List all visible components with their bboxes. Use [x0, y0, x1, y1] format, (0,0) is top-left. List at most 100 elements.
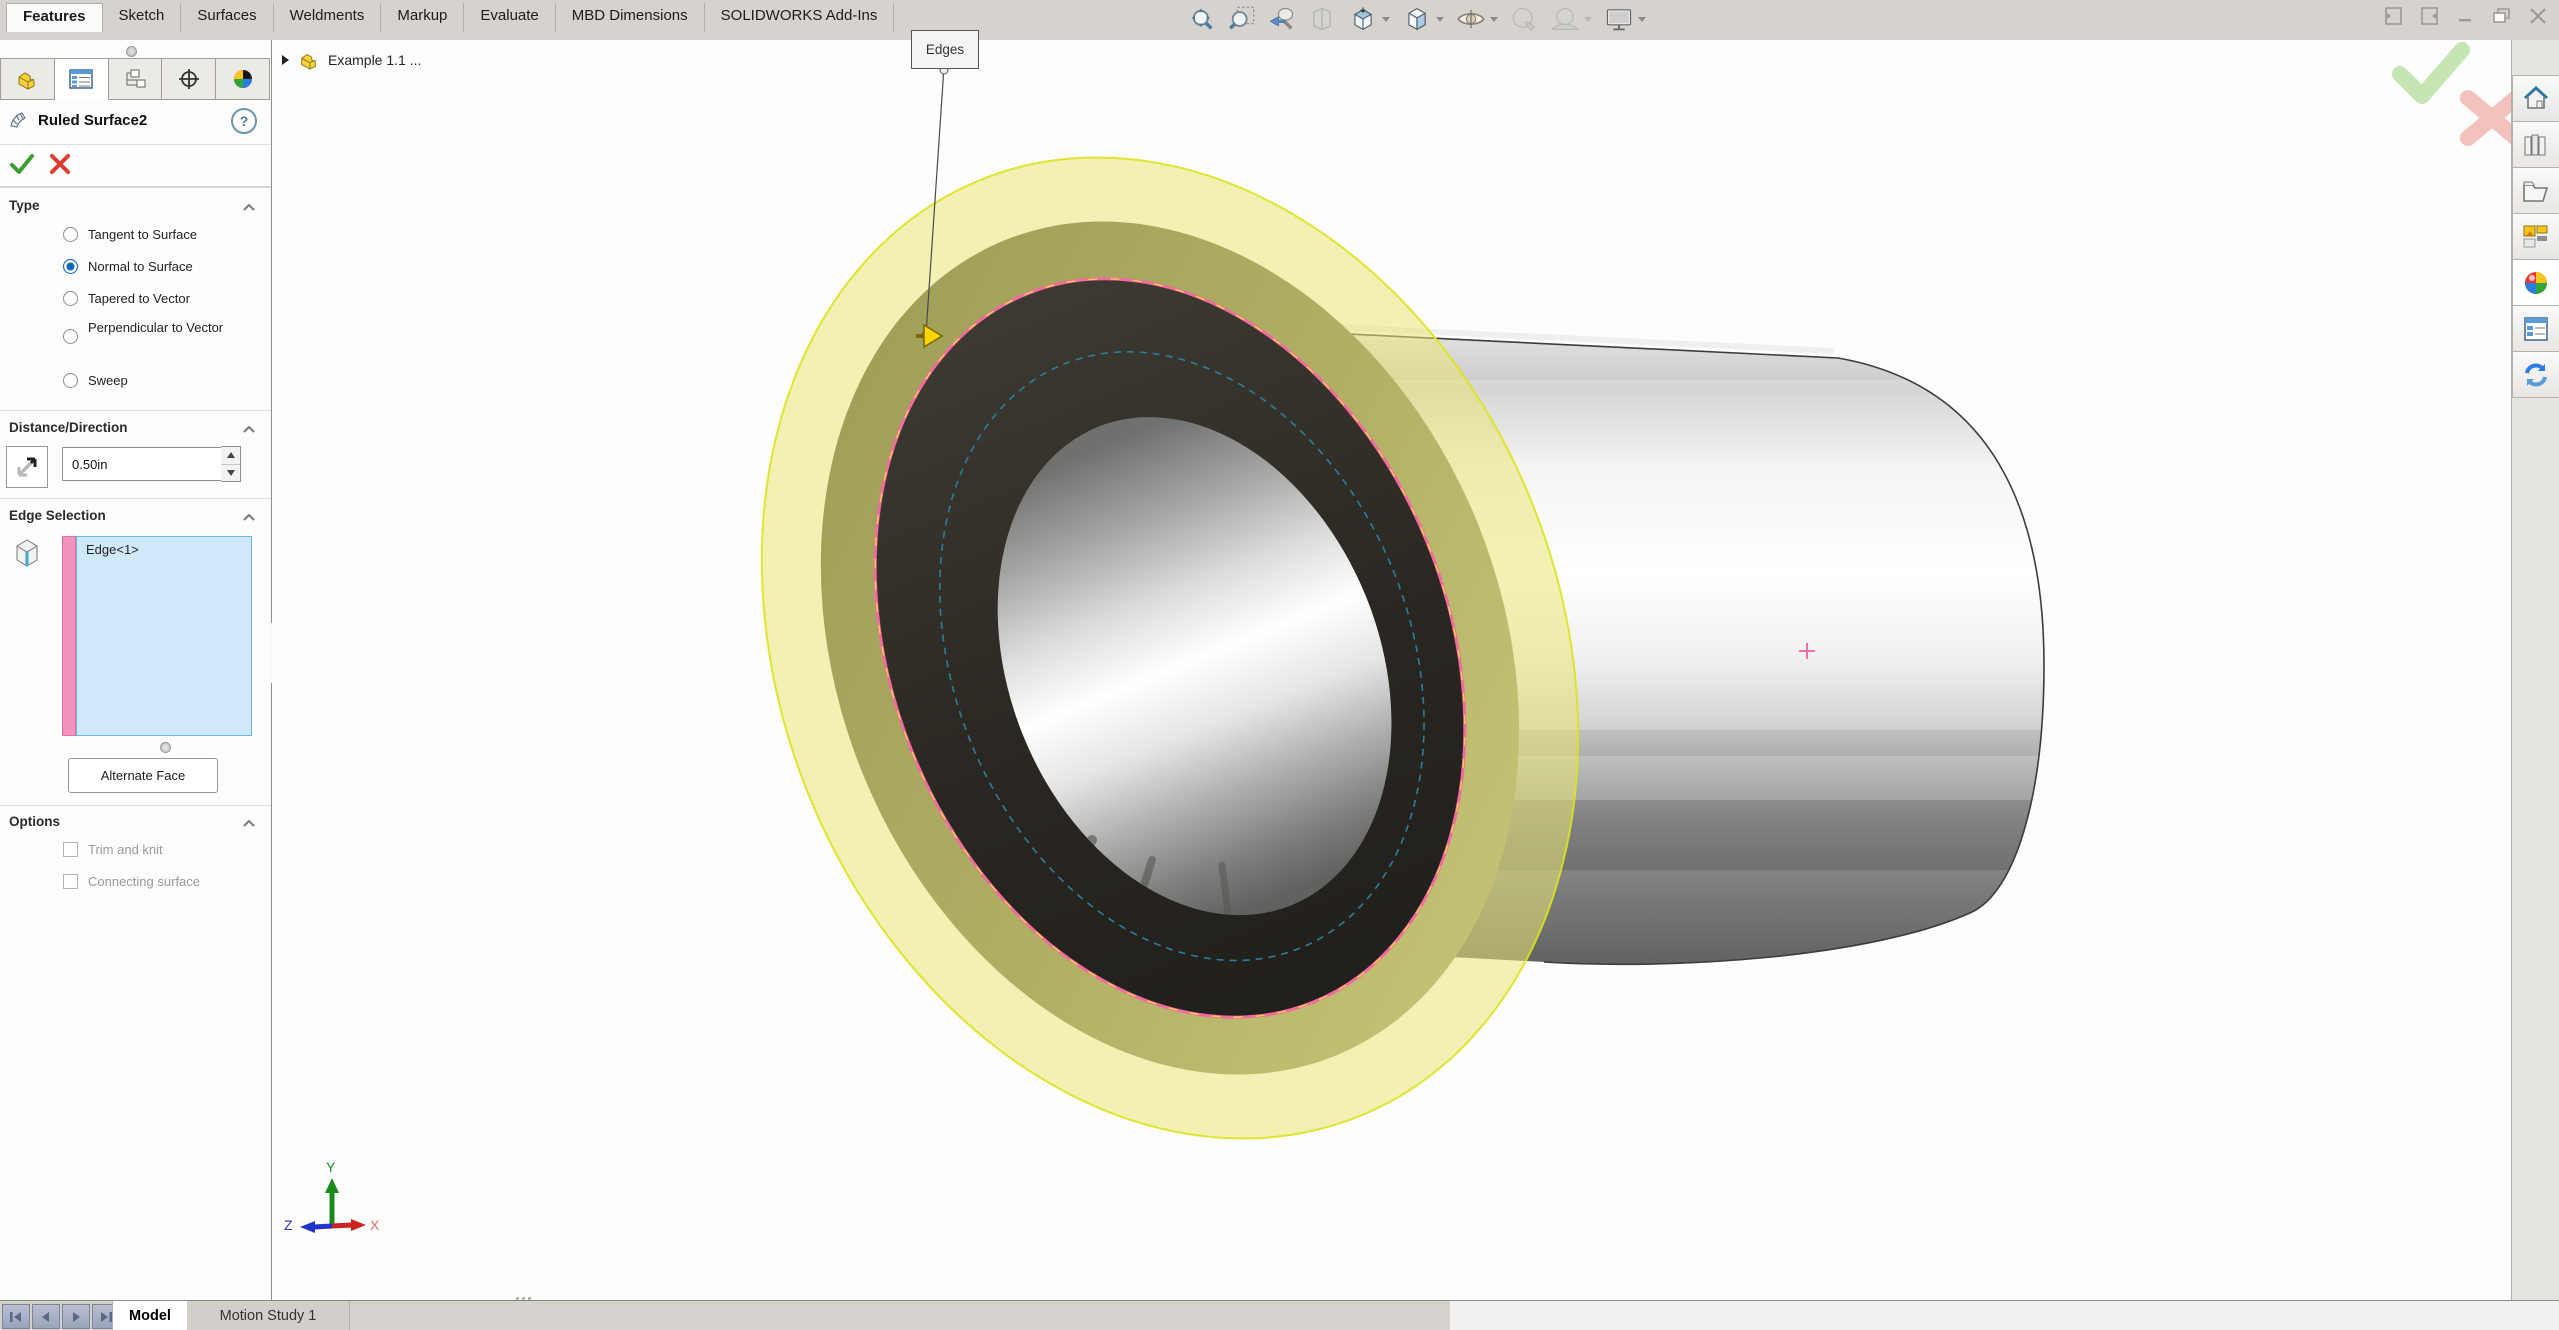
home-icon[interactable] [2512, 75, 2559, 122]
tab-evaluate[interactable]: Evaluate [464, 3, 555, 32]
radio-tangent-to-surface[interactable] [63, 226, 78, 244]
flyout-feature-tree[interactable]: Example 1.1 ... [280, 50, 421, 70]
view-palette-icon[interactable] [2512, 214, 2559, 260]
sync-resources-icon[interactable] [2512, 352, 2559, 398]
selection-color-strip [62, 536, 76, 736]
solidworks-window: Features Sketch Surfaces Weldments Marku… [0, 0, 2559, 1330]
edges-callout: Edges [911, 30, 979, 69]
tab-surfaces[interactable]: Surfaces [181, 3, 273, 32]
tree-expand-icon[interactable] [280, 54, 290, 66]
edge-selection-header: Edge Selection [9, 508, 106, 523]
tab-dimxpert-manager[interactable] [162, 58, 216, 100]
options-collapse-icon[interactable] [243, 819, 255, 827]
scroll-first-icon[interactable] [2, 1304, 30, 1329]
custom-properties-icon[interactable] [2512, 306, 2559, 352]
alternate-face-button[interactable]: Alternate Face [68, 758, 218, 793]
panel-collapse-handle[interactable] [126, 46, 137, 57]
graphics-viewport[interactable]: Y X Z Example 1.1 ... Edges [272, 40, 2511, 1300]
radio-tapered-to-vector[interactable] [63, 290, 78, 308]
spinner-up-icon[interactable] [221, 447, 240, 465]
display-style-icon[interactable] [1399, 3, 1447, 35]
checkbox-label: Trim and knit [88, 842, 163, 857]
tab-feature-manager[interactable] [0, 58, 55, 100]
view-settings-caret[interactable] [1638, 17, 1646, 22]
display-style-caret[interactable] [1436, 17, 1444, 22]
triad-y-label: Y [326, 1159, 336, 1175]
radio-sweep[interactable] [63, 372, 78, 390]
radio-normal-to-surface[interactable] [63, 258, 78, 276]
tab-property-manager[interactable] [55, 58, 109, 100]
connecting-surface-checkbox[interactable] [63, 874, 78, 889]
design-library-icon[interactable] [2512, 122, 2559, 168]
manager-tabs [0, 58, 270, 100]
radio-label[interactable]: Tapered to Vector [88, 291, 190, 306]
part-icon [298, 50, 320, 70]
ruled-surface-icon [8, 110, 34, 141]
tab-motion-study-1[interactable]: Motion Study 1 [187, 1301, 350, 1330]
distance-collapse-icon[interactable] [243, 425, 255, 433]
options-header: Options [9, 814, 60, 829]
bottom-tab-bar: Model Motion Study 1 [0, 1300, 2559, 1330]
window-controls [2381, 4, 2551, 28]
zoom-to-area-icon[interactable] [1225, 3, 1259, 35]
command-manager-bar: Features Sketch Surfaces Weldments Marku… [0, 0, 2559, 41]
type-collapse-icon[interactable] [243, 203, 255, 211]
type-header: Type [9, 198, 40, 213]
tab-model[interactable]: Model [112, 1301, 188, 1330]
trim-and-knit-checkbox[interactable] [63, 842, 78, 857]
task-pane [2511, 40, 2559, 1300]
checkbox-label: Connecting surface [88, 874, 200, 889]
tab-configuration-manager[interactable] [109, 58, 163, 100]
scroll-next-icon[interactable] [62, 1304, 90, 1329]
tab-sketch[interactable]: Sketch [103, 3, 182, 32]
help-button[interactable]: ? [231, 108, 257, 134]
tab-mbd-dimensions[interactable]: MBD Dimensions [556, 3, 705, 32]
hide-show-caret[interactable] [1490, 17, 1498, 22]
list-resize-handle[interactable] [160, 742, 171, 753]
confirm-ok-icon[interactable] [2400, 50, 2462, 96]
view-orientation-icon[interactable] [1345, 3, 1393, 35]
edge-selection-list[interactable]: Edge<1> [76, 536, 252, 736]
edge-selection-collapse-icon[interactable] [243, 513, 255, 521]
radio-label[interactable]: Sweep [88, 373, 128, 388]
tree-root-label[interactable]: Example 1.1 ... [328, 52, 421, 68]
tab-weldments[interactable]: Weldments [274, 3, 382, 32]
reverse-direction-button[interactable] [6, 446, 48, 488]
radio-label[interactable]: Tangent to Surface [88, 227, 197, 242]
radio-perpendicular-to-vector[interactable] [63, 328, 78, 346]
close-icon[interactable] [2525, 4, 2551, 28]
horizontal-splitter-grip[interactable] [516, 1297, 542, 1301]
radio-label[interactable]: Perpendicular to Vector [88, 320, 238, 336]
zoom-to-fit-icon[interactable] [1185, 3, 1219, 35]
collapse-right-pane-icon[interactable] [2417, 4, 2443, 28]
edge-selection-icon [12, 536, 42, 575]
collapse-left-pane-icon[interactable] [2381, 4, 2407, 28]
command-tabs: Features Sketch Surfaces Weldments Marku… [6, 3, 894, 32]
file-explorer-icon[interactable] [2512, 168, 2559, 214]
distance-direction-header: Distance/Direction [9, 420, 128, 435]
ok-button[interactable] [8, 152, 36, 181]
appearances-icon[interactable] [2512, 260, 2559, 306]
scroll-previous-icon[interactable] [32, 1304, 60, 1329]
spinner-down-icon[interactable] [221, 465, 240, 482]
tab-display-manager[interactable] [216, 58, 270, 100]
triad-z-label: Z [284, 1217, 293, 1233]
cancel-button[interactable] [48, 153, 72, 180]
tab-markup[interactable]: Markup [381, 3, 464, 32]
minimize-icon[interactable] [2453, 4, 2479, 28]
view-settings-icon[interactable] [1601, 3, 1649, 35]
hide-show-items-icon[interactable] [1453, 3, 1501, 35]
view-orientation-caret[interactable] [1382, 17, 1390, 22]
distance-input[interactable]: 0.50in [62, 447, 223, 481]
confirm-cancel-icon[interactable] [2468, 98, 2511, 138]
reference-triad: Y X Z [284, 1159, 380, 1233]
tab-solidworks-addins[interactable]: SOLIDWORKS Add-Ins [705, 3, 895, 32]
tab-scroll-buttons [2, 1304, 120, 1329]
apply-scene-caret [1584, 17, 1592, 22]
radio-label[interactable]: Normal to Surface [88, 259, 193, 274]
restore-icon[interactable] [2489, 4, 2515, 28]
tab-features[interactable]: Features [6, 3, 103, 32]
previous-view-icon[interactable] [1265, 3, 1299, 35]
distance-spinner[interactable] [221, 446, 241, 482]
selection-item[interactable]: Edge<1> [86, 542, 251, 557]
